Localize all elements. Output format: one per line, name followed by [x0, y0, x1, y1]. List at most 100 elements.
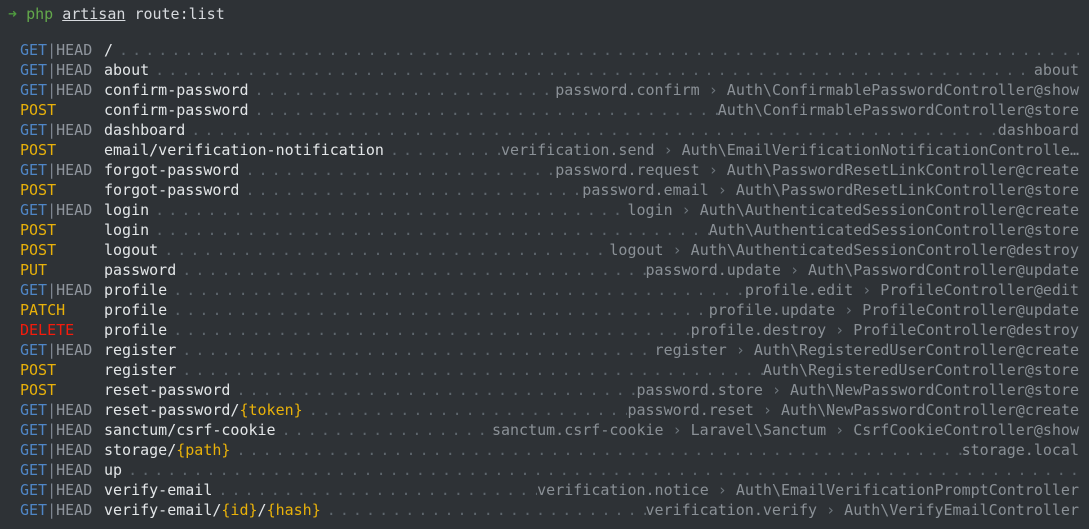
tail-separator-icon: ›	[672, 421, 682, 439]
route-uri-text: about	[104, 61, 150, 79]
route-action: login › Auth\AuthenticatedSessionControl…	[627, 200, 1079, 220]
route-methods: GET|HEAD	[8, 200, 104, 220]
route-uri-text: profile	[104, 281, 168, 299]
method-head: HEAD	[56, 441, 93, 459]
route-row: GET|HEAD verify-email/{id}/{hash}........…	[8, 500, 1079, 520]
route-parameter: {hash}	[266, 501, 321, 519]
route-row: GET|HEAD about...........................…	[8, 60, 1079, 80]
route-action-text: Auth\PasswordResetLinkController@create	[717, 161, 1079, 179]
dot-leader: ........................................…	[191, 121, 997, 139]
route-action: logout › Auth\AuthenticatedSessionContro…	[609, 240, 1079, 260]
route-uri: reset-password/{token}	[104, 400, 303, 420]
route-action-text: Auth\RegisteredUserController@create	[744, 341, 1079, 359]
route-uri: confirm-password	[104, 80, 249, 100]
dot-leader: ........................................…	[236, 381, 636, 399]
method-get: GET	[20, 121, 48, 139]
route-action-text: Auth\AuthenticatedSessionController@dest…	[681, 241, 1079, 259]
route-action-text: Auth\ConfirmablePasswordController@store	[717, 101, 1079, 119]
method-get: GET	[20, 481, 48, 499]
route-action-text: Auth\NewPasswordController@store	[780, 381, 1079, 399]
route-action-text: Auth\PasswordController@update	[799, 261, 1079, 279]
dot-leader: ........................................…	[218, 481, 537, 499]
route-action: Auth\RegisteredUserController@store	[763, 360, 1079, 380]
route-uri: profile	[104, 300, 167, 320]
dot-leader: ........................................…	[326, 501, 646, 519]
route-methods: GET|HEAD	[8, 480, 104, 500]
route-list: GET|HEAD /...............................…	[0, 40, 1089, 520]
method-post: POST	[20, 381, 57, 399]
method-post: POST	[20, 241, 57, 259]
route-uri-text: profile	[104, 321, 168, 339]
route-uri: verify-email/{id}/{hash}	[104, 500, 321, 520]
route-action-text: dashboard	[997, 121, 1079, 139]
tail-separator-icon: ›	[681, 201, 691, 219]
route-row: POST forgot-password.....................…	[8, 180, 1079, 200]
method-separator: |	[47, 121, 57, 139]
route-action-text: password.update	[645, 261, 790, 279]
prompt-subcommand: artisan	[62, 5, 126, 23]
method-get: GET	[20, 61, 48, 79]
route-row: POST login...............................…	[8, 220, 1079, 240]
route-action: about	[1034, 60, 1079, 80]
route-uri-text: logout	[104, 241, 159, 259]
route-uri: forgot-password	[104, 160, 239, 180]
route-methods: POST	[8, 380, 104, 400]
route-uri-text: register	[104, 341, 177, 359]
route-action-text: CsrfCookieController@show	[844, 421, 1079, 439]
route-uri-text: verify-email/	[104, 501, 222, 519]
route-row: GET|HEAD register........................…	[8, 340, 1079, 360]
tail-separator-icon: ›	[790, 261, 800, 279]
route-action-text: verification.send	[501, 141, 664, 159]
route-uri: password	[104, 260, 176, 280]
route-uri: register	[104, 340, 176, 360]
tail-separator-icon: ›	[762, 401, 772, 419]
tail-separator-icon: ›	[672, 241, 682, 259]
prompt-space-2	[53, 5, 62, 23]
route-methods: GET|HEAD	[8, 280, 104, 300]
route-uri: about	[104, 60, 149, 80]
blank-spacer-line	[0, 24, 1089, 40]
route-uri: /	[104, 40, 113, 60]
method-get: GET	[20, 281, 48, 299]
route-action: password.store › Auth\NewPasswordControl…	[636, 380, 1079, 400]
method-separator: |	[47, 61, 57, 79]
route-methods: GET|HEAD	[8, 340, 104, 360]
route-row: GET|HEAD verify-email....................…	[8, 480, 1079, 500]
prompt-arrow-icon: ➜	[8, 5, 18, 23]
method-head: HEAD	[56, 481, 93, 499]
route-methods: GET|HEAD	[8, 460, 104, 480]
method-get: GET	[20, 401, 48, 419]
method-get: GET	[20, 441, 48, 459]
method-separator: |	[47, 201, 57, 219]
method-separator: |	[47, 441, 57, 459]
route-methods: DELETE	[8, 320, 104, 340]
route-methods: PATCH	[8, 300, 104, 320]
method-head: HEAD	[56, 281, 93, 299]
route-uri: login	[104, 200, 149, 220]
route-uri: email/verification-notification	[104, 140, 384, 160]
route-action-text: Laravel\Sanctum	[681, 421, 836, 439]
route-action-text: ProfileController@update	[853, 301, 1079, 319]
route-uri-text: up	[104, 461, 123, 479]
prompt-space-1	[17, 5, 26, 23]
route-row: GET|HEAD profile.........................…	[8, 280, 1079, 300]
method-separator: |	[47, 501, 57, 519]
tail-separator-icon: ›	[835, 321, 845, 339]
route-action-text: Auth\PasswordResetLinkController@store	[726, 181, 1079, 199]
dot-leader: ........................................…	[254, 101, 718, 119]
method-get: GET	[20, 461, 48, 479]
route-action-text: Auth\NewPasswordController@create	[771, 401, 1079, 419]
route-uri-text: register	[104, 361, 177, 379]
method-get: GET	[20, 161, 48, 179]
route-uri-text: verify-email	[104, 481, 213, 499]
route-uri-text: login	[104, 221, 150, 239]
route-action: password.reset › Auth\NewPasswordControl…	[627, 400, 1079, 420]
route-methods: POST	[8, 140, 104, 160]
method-get: GET	[20, 501, 48, 519]
method-head: HEAD	[56, 341, 93, 359]
tail-separator-icon: ›	[835, 421, 845, 439]
route-action: verification.verify › Auth\VerifyEmailCo…	[646, 500, 1080, 520]
route-action-text: password.request	[555, 161, 709, 179]
route-action-text: logout	[609, 241, 673, 259]
route-methods: POST	[8, 240, 104, 260]
